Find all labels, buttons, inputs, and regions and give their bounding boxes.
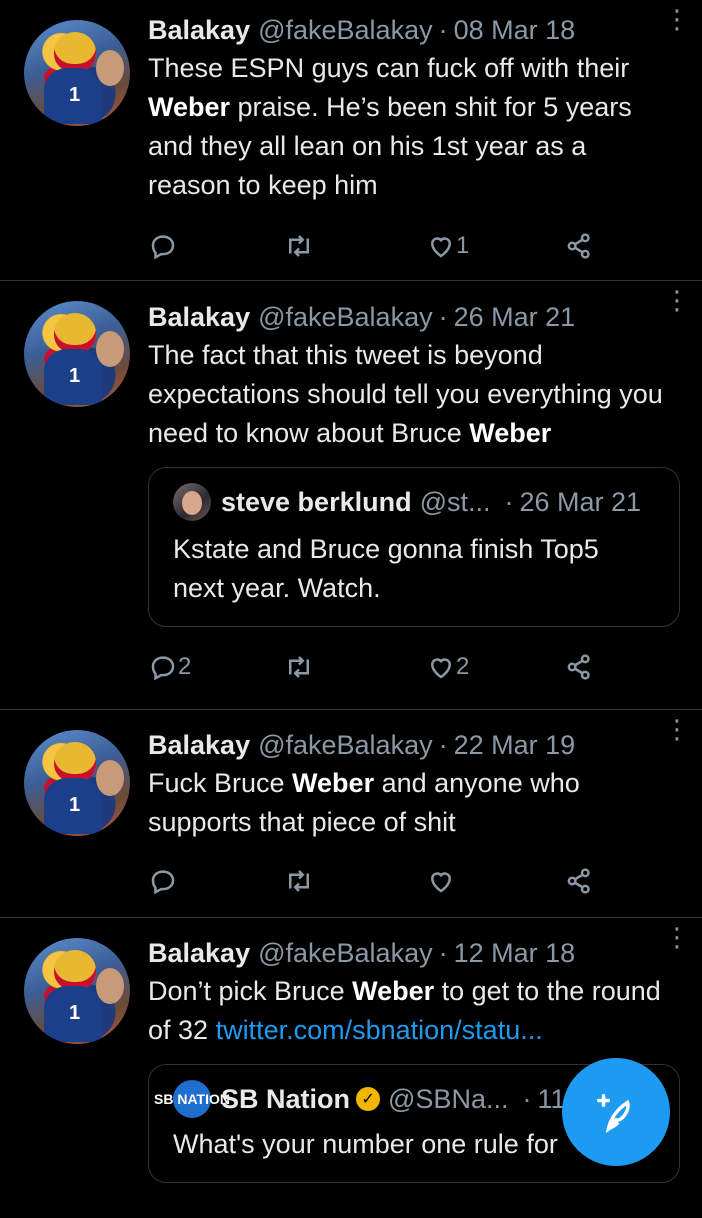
- share-button[interactable]: [564, 866, 594, 896]
- tweet-header: Balakay @fakeBalakay · 22 Mar 19: [148, 726, 672, 764]
- author-handle[interactable]: @fakeBalakay: [258, 730, 433, 761]
- tweet-text-highlight: Weber: [352, 976, 435, 1006]
- tweet-text-segment: Don’t pick Bruce: [148, 976, 353, 1006]
- compose-tweet-icon: [597, 1093, 630, 1133]
- quoted-tweet-text: Kstate and Bruce gonna finish Top5 next …: [173, 534, 599, 603]
- tweet-link[interactable]: twitter.com/sbnation/statu...: [216, 1015, 543, 1045]
- reply-count: 2: [178, 653, 192, 680]
- heart-icon: [430, 237, 452, 258]
- heart-icon: [430, 658, 452, 679]
- quoted-tweet-header: steve berklund @st... · 26 Mar 21: [173, 482, 657, 522]
- tweet-text: These ESPN guys can fuck off with their …: [148, 49, 672, 205]
- share-button[interactable]: [564, 231, 594, 261]
- quoted-avatar: SB NATION: [154, 1080, 230, 1118]
- tweet-date[interactable]: 12 Mar 18: [454, 938, 576, 969]
- share-icon: [567, 654, 590, 680]
- avatar[interactable]: 1: [24, 301, 130, 407]
- share-icon: [567, 233, 590, 259]
- like-button[interactable]: 2: [426, 652, 469, 682]
- like-button[interactable]: 1: [426, 231, 469, 261]
- tweet-text-highlight: Weber: [148, 92, 231, 122]
- more-vertical-icon[interactable]: ⋮: [664, 716, 690, 742]
- author-handle[interactable]: @fakeBalakay: [258, 302, 433, 333]
- quoted-avatar: [173, 483, 211, 521]
- separator-dot: ·: [504, 486, 514, 517]
- separator-dot: ·: [438, 937, 448, 968]
- tweet-date[interactable]: 08 Mar 18: [454, 15, 576, 46]
- avatar[interactable]: 1: [24, 938, 130, 1044]
- verified-badge-icon: ✓: [356, 1087, 381, 1111]
- separator-dot: ·: [438, 14, 448, 45]
- reply-button[interactable]: 2: [148, 652, 191, 682]
- tweet-date[interactable]: 26 Mar 21: [454, 302, 576, 333]
- avatar[interactable]: 1: [24, 730, 130, 836]
- tweet-header: Balakay @fakeBalakay · 08 Mar 18: [148, 11, 672, 49]
- like-count: 2: [456, 653, 470, 680]
- retweet-button[interactable]: [284, 231, 314, 261]
- more-vertical-icon[interactable]: ⋮: [664, 6, 690, 32]
- quoted-author-name: steve berklund: [221, 486, 412, 517]
- retweet-icon: [289, 870, 309, 892]
- tweet-text-segment: These ESPN guys can fuck off with their: [148, 53, 630, 83]
- tweet-text-segment: Fuck Bruce: [148, 768, 293, 798]
- author-handle[interactable]: @fakeBalakay: [258, 15, 433, 46]
- share-icon: [567, 868, 590, 894]
- more-vertical-icon[interactable]: ⋮: [664, 924, 690, 950]
- retweet-icon: [289, 656, 309, 678]
- retweet-icon: [289, 235, 309, 257]
- quoted-author-handle: @SBNa...: [388, 1083, 509, 1114]
- tweet-actions: 1: [148, 226, 672, 266]
- quoted-author-handle: @st...: [419, 486, 491, 517]
- like-count: 1: [456, 232, 470, 259]
- quoted-author-name: SB Nation: [221, 1083, 351, 1114]
- tweet-text-highlight: Weber: [469, 418, 552, 448]
- compose-tweet-button[interactable]: [562, 1058, 670, 1166]
- tweet-text-highlight: Weber: [292, 768, 375, 798]
- reply-button[interactable]: [148, 231, 178, 261]
- tweet-text: Fuck Bruce Weber and anyone who supports…: [148, 764, 672, 842]
- separator-dot: ·: [438, 729, 448, 760]
- author-name[interactable]: Balakay: [148, 302, 250, 333]
- reply-button[interactable]: [148, 866, 178, 896]
- separator-dot: ·: [438, 301, 448, 332]
- tweet-actions: 2 2: [148, 647, 672, 687]
- tweet-text-segment: The fact that this tweet is beyond expec…: [148, 340, 663, 448]
- quoted-tweet[interactable]: steve berklund @st... · 26 Mar 21 Kstate…: [148, 467, 680, 627]
- separator-dot: ·: [522, 1083, 532, 1114]
- like-button[interactable]: [426, 866, 456, 896]
- reply-icon: [151, 656, 175, 681]
- tweet[interactable]: 1 ⋮ Balakay @fakeBalakay · 22 Mar 19 Fuc…: [0, 710, 702, 918]
- author-name[interactable]: Balakay: [148, 938, 250, 969]
- more-vertical-icon[interactable]: ⋮: [664, 287, 690, 313]
- tweet-header: Balakay @fakeBalakay · 12 Mar 18: [148, 934, 672, 972]
- reply-icon: [151, 235, 175, 260]
- tweet-text: Don’t pick Bruce Weber to get to the rou…: [148, 972, 672, 1050]
- tweet-text: The fact that this tweet is beyond expec…: [148, 336, 672, 453]
- author-name[interactable]: Balakay: [148, 730, 250, 761]
- share-button[interactable]: [564, 652, 594, 682]
- heart-icon: [430, 872, 452, 893]
- quoted-tweet-date: 26 Mar 21: [519, 486, 642, 517]
- tweet[interactable]: 1 ⋮ Balakay @fakeBalakay · 26 Mar 21 The…: [0, 281, 702, 710]
- tweet-date[interactable]: 22 Mar 19: [454, 730, 576, 761]
- retweet-button[interactable]: [284, 866, 314, 896]
- tweet-header: Balakay @fakeBalakay · 26 Mar 21: [148, 298, 672, 336]
- author-handle[interactable]: @fakeBalakay: [258, 938, 433, 969]
- retweet-button[interactable]: [284, 652, 314, 682]
- avatar[interactable]: 1: [24, 20, 130, 126]
- author-name[interactable]: Balakay: [148, 15, 250, 46]
- tweet[interactable]: 1 ⋮ Balakay @fakeBalakay · 08 Mar 18 The…: [0, 0, 702, 281]
- reply-icon: [151, 870, 175, 895]
- tweet-actions: [148, 861, 672, 901]
